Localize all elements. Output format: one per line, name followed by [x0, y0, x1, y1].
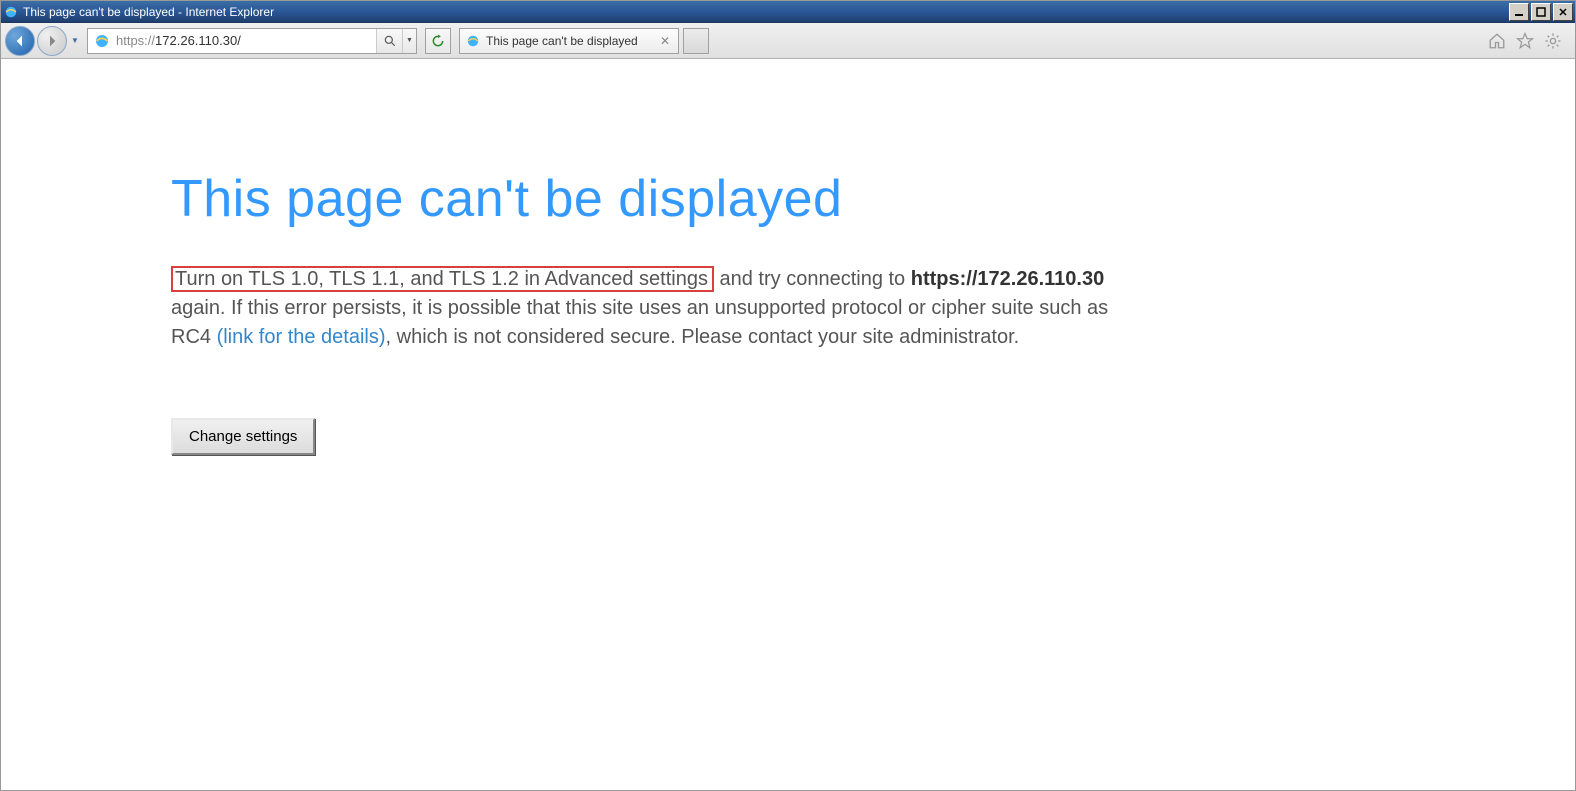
nav-history-dropdown[interactable]: ▼ — [69, 26, 81, 56]
browser-toolbar: ▼ https://172.26.110.30/ ▼ This page can… — [1, 23, 1575, 59]
favorites-icon[interactable] — [1515, 31, 1535, 51]
new-tab-button[interactable] — [683, 28, 709, 54]
error-url: https://172.26.110.30 — [911, 268, 1104, 290]
window-titlebar: This page can't be displayed - Internet … — [1, 1, 1575, 23]
address-bar[interactable]: https://172.26.110.30/ ▼ — [87, 28, 417, 54]
minimize-button[interactable] — [1509, 3, 1529, 21]
ie-page-icon — [466, 34, 480, 48]
details-link[interactable]: (link for the details) — [217, 326, 386, 348]
error-heading: This page can't be displayed — [171, 169, 1131, 229]
search-dropdown[interactable]: ▼ — [402, 29, 416, 53]
error-text: and try connecting to — [714, 268, 911, 290]
change-settings-button[interactable]: Change settings — [171, 418, 315, 455]
url-scheme: https:// — [116, 33, 155, 48]
ie-page-icon — [92, 31, 112, 51]
error-text: , which is not considered secure. Please… — [386, 326, 1020, 348]
tab-close-button[interactable]: ✕ — [658, 34, 672, 48]
url-host: 172.26.110.30/ — [155, 33, 241, 48]
ie-logo-icon — [3, 4, 19, 20]
highlighted-instruction: Turn on TLS 1.0, TLS 1.1, and TLS 1.2 in… — [171, 266, 714, 292]
refresh-button[interactable] — [425, 28, 451, 54]
browser-tab[interactable]: This page can't be displayed ✕ — [459, 28, 679, 54]
window-title: This page can't be displayed - Internet … — [23, 5, 274, 19]
tools-gear-icon[interactable] — [1543, 31, 1563, 51]
search-button[interactable] — [376, 29, 402, 53]
maximize-button[interactable] — [1531, 3, 1551, 21]
home-icon[interactable] — [1487, 31, 1507, 51]
forward-button[interactable] — [37, 26, 67, 56]
error-body: Turn on TLS 1.0, TLS 1.1, and TLS 1.2 in… — [171, 265, 1131, 352]
back-button[interactable] — [5, 26, 35, 56]
close-button[interactable] — [1553, 3, 1573, 21]
url-input[interactable]: https://172.26.110.30/ — [116, 33, 376, 48]
tab-title: This page can't be displayed — [486, 34, 638, 48]
error-page: This page can't be displayed Turn on TLS… — [171, 169, 1131, 455]
page-content: This page can't be displayed Turn on TLS… — [1, 59, 1575, 790]
